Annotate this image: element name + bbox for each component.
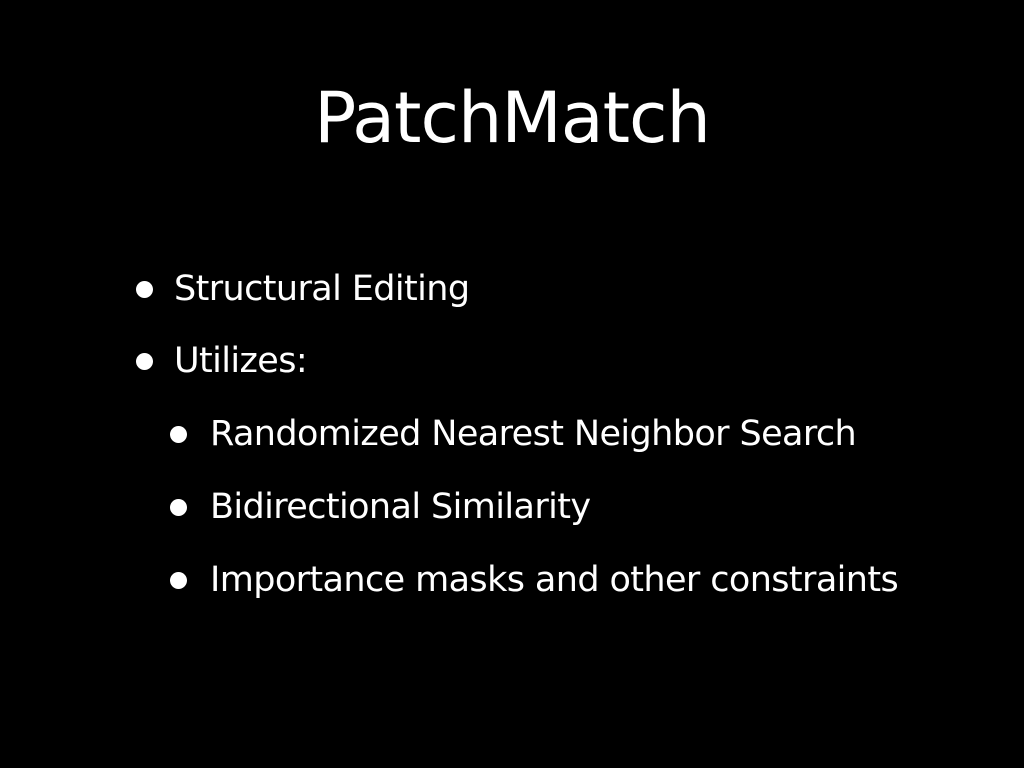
bullet-dot-icon [136,281,153,298]
slide: PatchMatch Structural Editing Utilizes: … [0,0,1024,768]
bullet-text: Importance masks and other constraints [210,560,899,600]
bullet-text: Randomized Nearest Neighbor Search [210,414,857,454]
bullet-text: Bidirectional Similarity [210,487,591,527]
bullet-text: Utilizes: [174,341,308,381]
bullet-dot-icon [170,572,187,589]
bullet-dot-icon [136,353,153,370]
bullet-dot-icon [170,426,187,443]
bullet-dot-icon [170,499,187,516]
bullet-list: Structural Editing Utilizes: Randomized … [0,0,1024,768]
bullet-text: Structural Editing [174,269,470,309]
